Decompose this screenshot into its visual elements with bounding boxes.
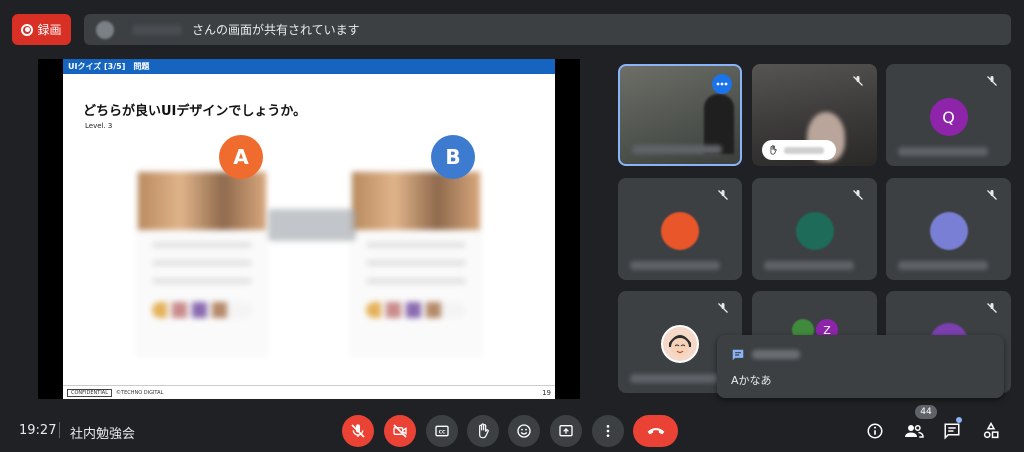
more-vert-icon — [606, 425, 610, 437]
camera-off-icon — [393, 424, 407, 438]
share-banner-text: さんの画面が共有されています — [192, 23, 360, 37]
camera-toggle-button[interactable] — [384, 415, 416, 447]
option-b-mockup — [351, 171, 481, 356]
blurred-overlay — [268, 209, 356, 241]
chat-sender-redacted — [752, 350, 800, 359]
chat-icon — [944, 423, 960, 440]
participant-tile[interactable] — [886, 178, 1011, 280]
mic-off-icon — [983, 72, 1001, 90]
participant-name-redacted — [764, 261, 854, 270]
mic-off-icon — [983, 299, 1001, 317]
presentation-slide: UIクイズ [3/5] 問題 どちらが良いUIデザインでしょうか。 Level.… — [63, 59, 555, 399]
clock: 19:27 — [19, 423, 57, 438]
meet-window: 録画 さんの画面が共有されています UIクイズ [3/5] 問題 どちらが良いU… — [0, 0, 1024, 452]
presenter-name-redacted — [132, 24, 182, 35]
mic-off-icon — [849, 72, 867, 90]
participant-name-redacted — [898, 261, 988, 270]
screen-share-banner: さんの画面が共有されています — [84, 14, 1011, 45]
face-illustration-icon — [669, 335, 691, 356]
slide-title: どちらが良いUIデザインでしょうか。 — [83, 104, 307, 119]
participant-avatar — [929, 212, 968, 250]
confidential-label: CONFIDENTIAL — [67, 388, 113, 397]
info-icon — [867, 423, 883, 439]
participant-count-badge: 44 — [915, 405, 937, 419]
record-icon — [21, 23, 34, 36]
raise-hand-button[interactable] — [467, 415, 499, 447]
chat-icon — [732, 349, 744, 361]
raised-hand-indicator — [762, 140, 836, 160]
participant-avatar — [795, 212, 834, 250]
participant-avatar-illustration — [661, 325, 699, 363]
participant-tile-self-video[interactable] — [618, 64, 742, 166]
mic-toggle-button[interactable] — [342, 415, 374, 447]
presenter-avatar — [96, 20, 114, 39]
option-b-badge: B — [431, 135, 475, 179]
slide-level: Level. 3 — [85, 122, 113, 130]
record-label: 録画 — [37, 23, 62, 37]
mic-off-icon — [351, 424, 365, 438]
participant-name-redacted — [630, 261, 720, 270]
participant-tile[interactable] — [618, 178, 742, 280]
participant-avatar: Q — [929, 98, 968, 136]
people-icon — [905, 425, 924, 438]
slide-page-number: 19 — [542, 388, 551, 397]
more-options-button[interactable] — [592, 415, 624, 447]
option-a-badge: A — [219, 135, 263, 179]
svg-text:CC: CC — [439, 429, 446, 435]
mic-off-icon — [983, 186, 1001, 204]
hand-icon — [479, 423, 489, 439]
record-button[interactable]: 録画 — [12, 14, 71, 45]
more-horiz-icon — [716, 82, 728, 86]
slide-header: UIクイズ [3/5] 問題 — [63, 59, 555, 74]
emoji-icon — [517, 424, 531, 438]
hang-up-icon — [647, 428, 664, 435]
participant-name-redacted — [630, 374, 720, 383]
participant-tile-video[interactable] — [752, 64, 877, 166]
mic-off-icon — [714, 186, 732, 204]
reactions-button[interactable] — [508, 415, 540, 447]
leave-call-button[interactable] — [633, 415, 678, 447]
company-label: ©TECHNO DIGITAL — [116, 389, 164, 396]
participants-button[interactable] — [902, 419, 926, 443]
chat-notification[interactable]: Aかなあ — [717, 335, 1004, 398]
closed-captions-icon: CC — [435, 425, 449, 437]
participant-tile[interactable] — [752, 178, 877, 280]
option-a-mockup — [137, 171, 267, 356]
chat-message: Aかなあ — [731, 374, 772, 387]
activities-button[interactable] — [979, 419, 1003, 443]
meeting-title: 社内勉強会 — [70, 427, 136, 442]
chat-button[interactable] — [940, 419, 964, 443]
participant-avatar — [661, 212, 699, 250]
participant-name-redacted — [632, 145, 722, 154]
more-options-button[interactable] — [712, 74, 732, 94]
divider — [59, 422, 60, 438]
activities-icon — [983, 422, 999, 439]
present-icon — [559, 425, 573, 437]
mic-off-icon — [714, 299, 732, 317]
participant-name-redacted — [898, 147, 988, 156]
hand-icon — [770, 145, 777, 155]
present-screen-button[interactable] — [550, 415, 582, 447]
shared-screen[interactable]: UIクイズ [3/5] 問題 どちらが良いUIデザインでしょうか。 Level.… — [38, 59, 580, 399]
meeting-details-button[interactable] — [863, 419, 887, 443]
participant-tile[interactable]: Q — [886, 64, 1011, 166]
participant-name-redacted — [784, 146, 824, 154]
mic-off-icon — [849, 186, 867, 204]
slide-footer: CONFIDENTIAL ©TECHNO DIGITAL 19 — [63, 385, 555, 399]
captions-button[interactable]: CC — [426, 415, 458, 447]
